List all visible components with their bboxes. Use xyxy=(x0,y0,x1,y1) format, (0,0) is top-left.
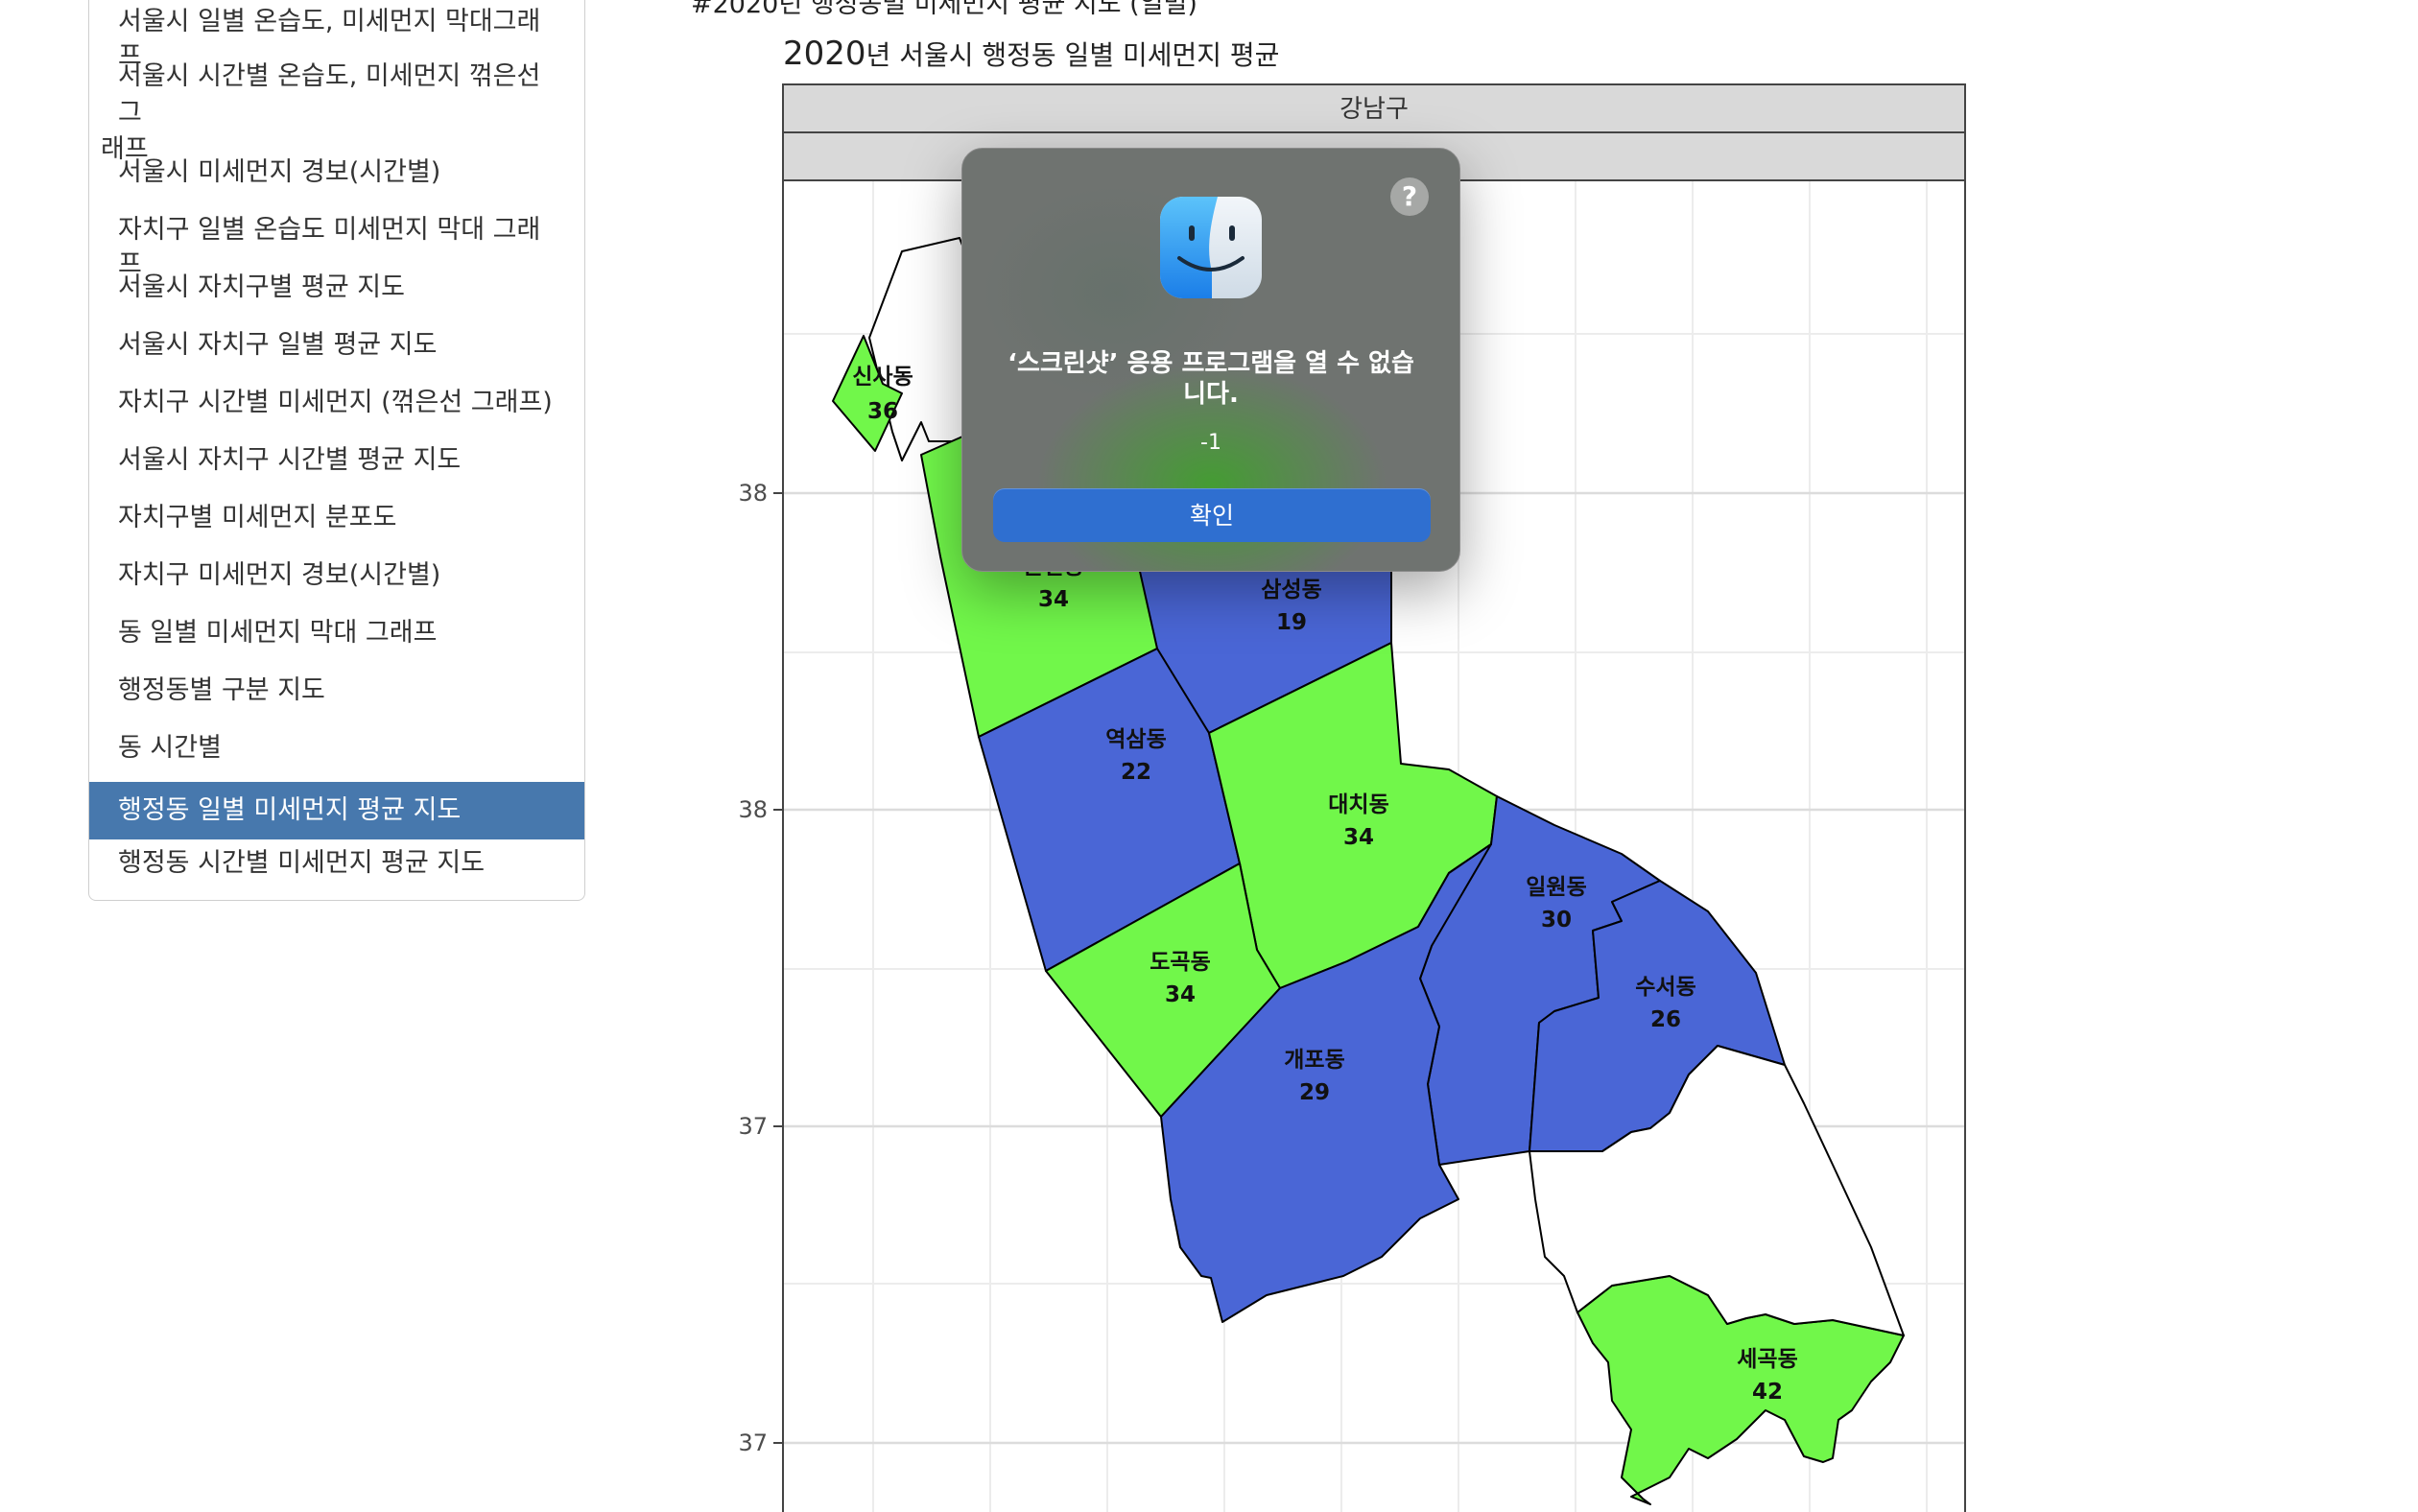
region-label-value: 29 xyxy=(1299,1080,1330,1105)
error-dialog: ? ‘스크린샷’ 응용 프로그램을 열 수 없습니다. -1 확인 xyxy=(961,148,1460,572)
region-label-name: 역삼동 xyxy=(1105,727,1166,752)
region-label-name: 도곡동 xyxy=(1150,950,1210,975)
region-label-name: 신사동 xyxy=(852,365,913,390)
region-label-value: 30 xyxy=(1541,908,1572,933)
region-label-value: 22 xyxy=(1121,760,1151,785)
region-label-name: 수서동 xyxy=(1635,975,1695,1000)
region-label-name: 삼성동 xyxy=(1261,578,1321,602)
region-label-value: 34 xyxy=(1038,587,1069,612)
region-label-value: 42 xyxy=(1752,1380,1783,1405)
region-label-value: 34 xyxy=(1165,982,1196,1007)
region-label-name: 개포동 xyxy=(1284,1048,1344,1073)
region-label-name: 세곡동 xyxy=(1737,1347,1797,1372)
help-button[interactable]: ? xyxy=(1390,177,1429,216)
ok-button[interactable]: 확인 xyxy=(993,488,1431,542)
dialog-message: -1 xyxy=(1200,431,1221,455)
y-tick-label: 38 xyxy=(738,480,768,507)
facet-label: 강남구 xyxy=(1339,95,1409,124)
region-label-value: 36 xyxy=(867,399,898,424)
dialog-title: ‘스크린샷’ 응용 프로그램을 열 수 없습니다. xyxy=(1008,349,1414,409)
y-tick-label: 37 xyxy=(738,1429,768,1456)
region-label-name: 대치동 xyxy=(1328,792,1388,817)
region-label-name: 일원동 xyxy=(1526,875,1586,900)
y-tick-label: 38 xyxy=(738,796,768,823)
y-tick-label: 37 xyxy=(738,1113,768,1140)
region-label-value: 34 xyxy=(1343,825,1374,850)
region-label-value: 19 xyxy=(1276,610,1307,635)
finder-icon xyxy=(1160,197,1262,298)
y-axis: 38 38 37 37 xyxy=(738,480,783,1456)
region-label-value: 26 xyxy=(1650,1007,1681,1032)
